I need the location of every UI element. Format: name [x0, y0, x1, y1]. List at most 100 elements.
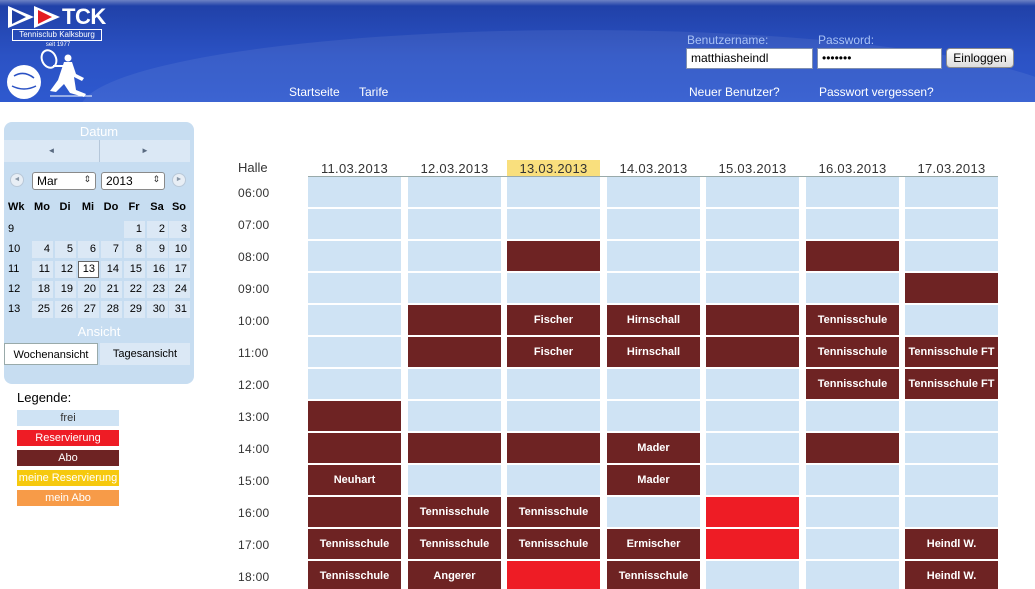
- slot-frei[interactable]: [308, 209, 401, 239]
- calendar-day[interactable]: 21: [101, 281, 122, 298]
- slot-abo[interactable]: Hirnschall: [607, 305, 700, 335]
- slot-frei[interactable]: [905, 497, 998, 527]
- slot-abo[interactable]: Tennisschule: [308, 529, 401, 559]
- calendar-day-today[interactable]: 13: [78, 261, 99, 278]
- calendar-day[interactable]: 6: [78, 241, 99, 258]
- slot-frei[interactable]: [408, 209, 501, 239]
- slot-abo[interactable]: Tennisschule: [806, 337, 899, 367]
- slot-abo[interactable]: [308, 497, 401, 527]
- slot-abo[interactable]: [806, 433, 899, 463]
- slot-frei[interactable]: [507, 177, 600, 207]
- slot-abo[interactable]: Heindl W.: [905, 561, 998, 589]
- calendar-day[interactable]: 26: [55, 301, 76, 318]
- slot-frei[interactable]: [308, 177, 401, 207]
- slot-abo[interactable]: Tennisschule FT: [905, 369, 998, 399]
- slot-frei[interactable]: [905, 401, 998, 431]
- slot-frei[interactable]: [507, 369, 600, 399]
- calendar-day[interactable]: 14: [101, 261, 122, 278]
- calendar-day[interactable]: 3: [169, 221, 190, 238]
- slot-abo[interactable]: [408, 305, 501, 335]
- slot-frei[interactable]: [607, 369, 700, 399]
- slot-frei[interactable]: [408, 241, 501, 271]
- slot-frei[interactable]: [905, 209, 998, 239]
- slot-abo[interactable]: [905, 273, 998, 303]
- slot-frei[interactable]: [408, 177, 501, 207]
- slot-frei[interactable]: [507, 401, 600, 431]
- slot-abo[interactable]: [507, 433, 600, 463]
- slot-frei[interactable]: [706, 465, 799, 495]
- new-user-link[interactable]: Neuer Benutzer?: [689, 85, 780, 99]
- slot-frei[interactable]: [806, 465, 899, 495]
- calendar-day[interactable]: 8: [124, 241, 145, 258]
- slot-frei[interactable]: [607, 177, 700, 207]
- slot-abo[interactable]: Tennisschule: [806, 369, 899, 399]
- slot-frei[interactable]: [308, 241, 401, 271]
- slot-frei[interactable]: [408, 465, 501, 495]
- slot-abo[interactable]: [507, 241, 600, 271]
- slot-frei[interactable]: [507, 209, 600, 239]
- slot-abo[interactable]: [308, 433, 401, 463]
- calendar-day[interactable]: 16: [147, 261, 168, 278]
- slot-frei[interactable]: [607, 401, 700, 431]
- slot-abo[interactable]: Ermischer: [607, 529, 700, 559]
- nav-startseite[interactable]: Startseite: [289, 85, 340, 99]
- slot-abo[interactable]: Tennisschule: [507, 529, 600, 559]
- slot-frei[interactable]: [905, 177, 998, 207]
- calendar-day[interactable]: 28: [101, 301, 122, 318]
- slot-abo[interactable]: [408, 433, 501, 463]
- calendar-day[interactable]: 9: [147, 241, 168, 258]
- slot-abo[interactable]: Tennisschule: [806, 305, 899, 335]
- slot-frei[interactable]: [607, 241, 700, 271]
- login-button[interactable]: Einloggen: [946, 48, 1014, 68]
- calendar-day[interactable]: 30: [147, 301, 168, 318]
- slot-frei[interactable]: [308, 305, 401, 335]
- calendar-day[interactable]: 25: [32, 301, 53, 318]
- week-view-button[interactable]: Wochenansicht: [4, 343, 98, 365]
- slot-frei[interactable]: [806, 497, 899, 527]
- year-select[interactable]: 2013 ⇕: [101, 172, 165, 190]
- slot-abo[interactable]: [308, 401, 401, 431]
- next-month-icon[interactable]: ►: [172, 173, 186, 187]
- slot-abo[interactable]: Fischer: [507, 305, 600, 335]
- slot-frei[interactable]: [905, 433, 998, 463]
- calendar-day[interactable]: 31: [169, 301, 190, 318]
- calendar-day[interactable]: 10: [169, 241, 190, 258]
- slot-frei[interactable]: [905, 465, 998, 495]
- slot-abo[interactable]: Neuhart: [308, 465, 401, 495]
- slot-frei[interactable]: [806, 561, 899, 589]
- calendar-day[interactable]: 18: [32, 281, 53, 298]
- calendar-day[interactable]: 4: [32, 241, 53, 258]
- slot-res[interactable]: [706, 529, 799, 559]
- slot-frei[interactable]: [806, 401, 899, 431]
- slot-frei[interactable]: [806, 177, 899, 207]
- slot-frei[interactable]: [706, 369, 799, 399]
- slot-frei[interactable]: [607, 209, 700, 239]
- slot-res[interactable]: [507, 561, 600, 589]
- slot-abo[interactable]: Heindl W.: [905, 529, 998, 559]
- slot-frei[interactable]: [706, 401, 799, 431]
- slot-abo[interactable]: Angerer: [408, 561, 501, 589]
- slot-res[interactable]: [706, 497, 799, 527]
- prev-period-arrow[interactable]: ◄: [4, 140, 99, 162]
- calendar-day[interactable]: 20: [78, 281, 99, 298]
- calendar-day[interactable]: 22: [124, 281, 145, 298]
- slot-frei[interactable]: [408, 369, 501, 399]
- calendar-day[interactable]: 5: [55, 241, 76, 258]
- slot-abo[interactable]: [408, 337, 501, 367]
- calendar-day[interactable]: 17: [169, 261, 190, 278]
- slot-frei[interactable]: [905, 305, 998, 335]
- calendar-day[interactable]: 2: [147, 221, 168, 238]
- slot-frei[interactable]: [806, 529, 899, 559]
- calendar-day[interactable]: 23: [147, 281, 168, 298]
- calendar-day[interactable]: 19: [55, 281, 76, 298]
- slot-frei[interactable]: [706, 241, 799, 271]
- slot-abo[interactable]: Hirnschall: [607, 337, 700, 367]
- slot-frei[interactable]: [706, 273, 799, 303]
- slot-frei[interactable]: [806, 209, 899, 239]
- slot-abo[interactable]: Fischer: [507, 337, 600, 367]
- slot-frei[interactable]: [507, 273, 600, 303]
- nav-tarife[interactable]: Tarife: [359, 85, 388, 99]
- calendar-day[interactable]: 1: [124, 221, 145, 238]
- slot-frei[interactable]: [408, 273, 501, 303]
- club-logo[interactable]: TCK Tennisclub Kalksburg seit 1977: [6, 4, 106, 100]
